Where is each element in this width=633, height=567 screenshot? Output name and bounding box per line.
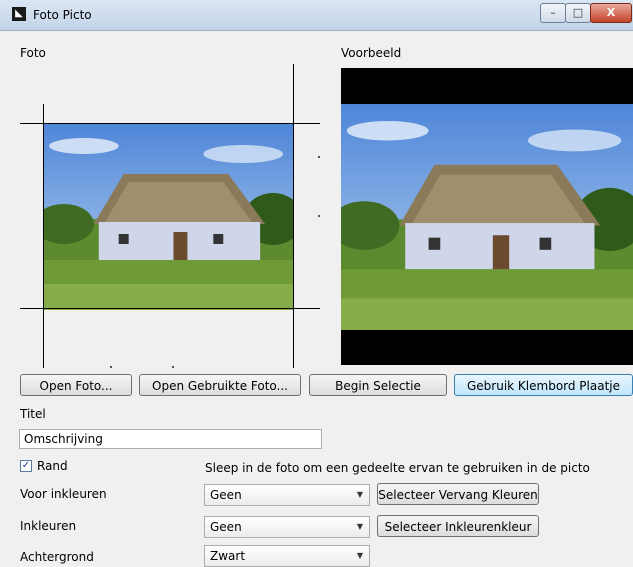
title-bar: ◣ Foto Picto – □ X — [0, 0, 633, 31]
hint-text: Sleep in de foto om een gedeelte ervan t… — [205, 461, 590, 475]
rand-label: Rand — [37, 459, 68, 473]
window-title: Foto Picto — [33, 8, 92, 22]
begin-selectie-button[interactable]: Begin Selectie — [309, 374, 447, 396]
crop-line-left[interactable] — [43, 104, 44, 368]
handle-dot — [318, 156, 320, 158]
handle-dot — [318, 215, 320, 217]
crop-line-bottom[interactable] — [20, 308, 320, 309]
crop-line-right[interactable] — [293, 64, 294, 368]
rand-checkbox[interactable]: ✓ — [20, 460, 32, 472]
selecteer-vervang-kleuren-button[interactable]: Selecteer Vervang Kleuren — [377, 483, 539, 505]
photo-canvas[interactable] — [20, 64, 320, 372]
close-button[interactable]: X — [590, 3, 632, 23]
voorbeeld-label: Voorbeeld — [341, 46, 402, 60]
voor-inkleuren-value: Geen — [210, 488, 242, 502]
minimize-button[interactable]: – — [540, 3, 566, 23]
voor-inkleuren-label: Voor inkleuren — [20, 487, 107, 501]
chevron-down-icon: ▼ — [356, 522, 363, 531]
inkleuren-select[interactable]: Geen ▼ — [204, 516, 370, 538]
preview-panel — [341, 68, 633, 365]
achtergrond-label: Achtergrond — [20, 550, 94, 564]
inkleuren-value: Geen — [210, 520, 242, 534]
app-logo-icon: ◣ — [12, 7, 26, 21]
handle-dot — [172, 366, 174, 368]
selecteer-inkleurenkleur-button[interactable]: Selecteer Inkleurenkleur — [377, 515, 539, 537]
handle-dot — [110, 366, 112, 368]
gebruik-klembord-button[interactable]: Gebruik Klembord Plaatje — [454, 374, 633, 396]
source-photo — [44, 124, 293, 310]
open-foto-button[interactable]: Open Foto... — [20, 374, 132, 396]
voor-inkleuren-select[interactable]: Geen ▼ — [204, 484, 370, 506]
foto-label: Foto — [20, 46, 46, 60]
inkleuren-label: Inkleuren — [20, 519, 77, 533]
chevron-down-icon: ▼ — [356, 551, 363, 560]
chevron-down-icon: ▼ — [356, 490, 363, 499]
titel-input[interactable]: Omschrijving — [19, 429, 322, 449]
achtergrond-value: Zwart — [210, 549, 246, 563]
open-gebruikte-foto-button[interactable]: Open Gebruikte Foto... — [139, 374, 301, 396]
titel-label: Titel — [20, 407, 46, 421]
maximize-button[interactable]: □ — [565, 3, 591, 23]
preview-photo — [341, 104, 633, 330]
crop-line-top[interactable] — [20, 123, 320, 124]
